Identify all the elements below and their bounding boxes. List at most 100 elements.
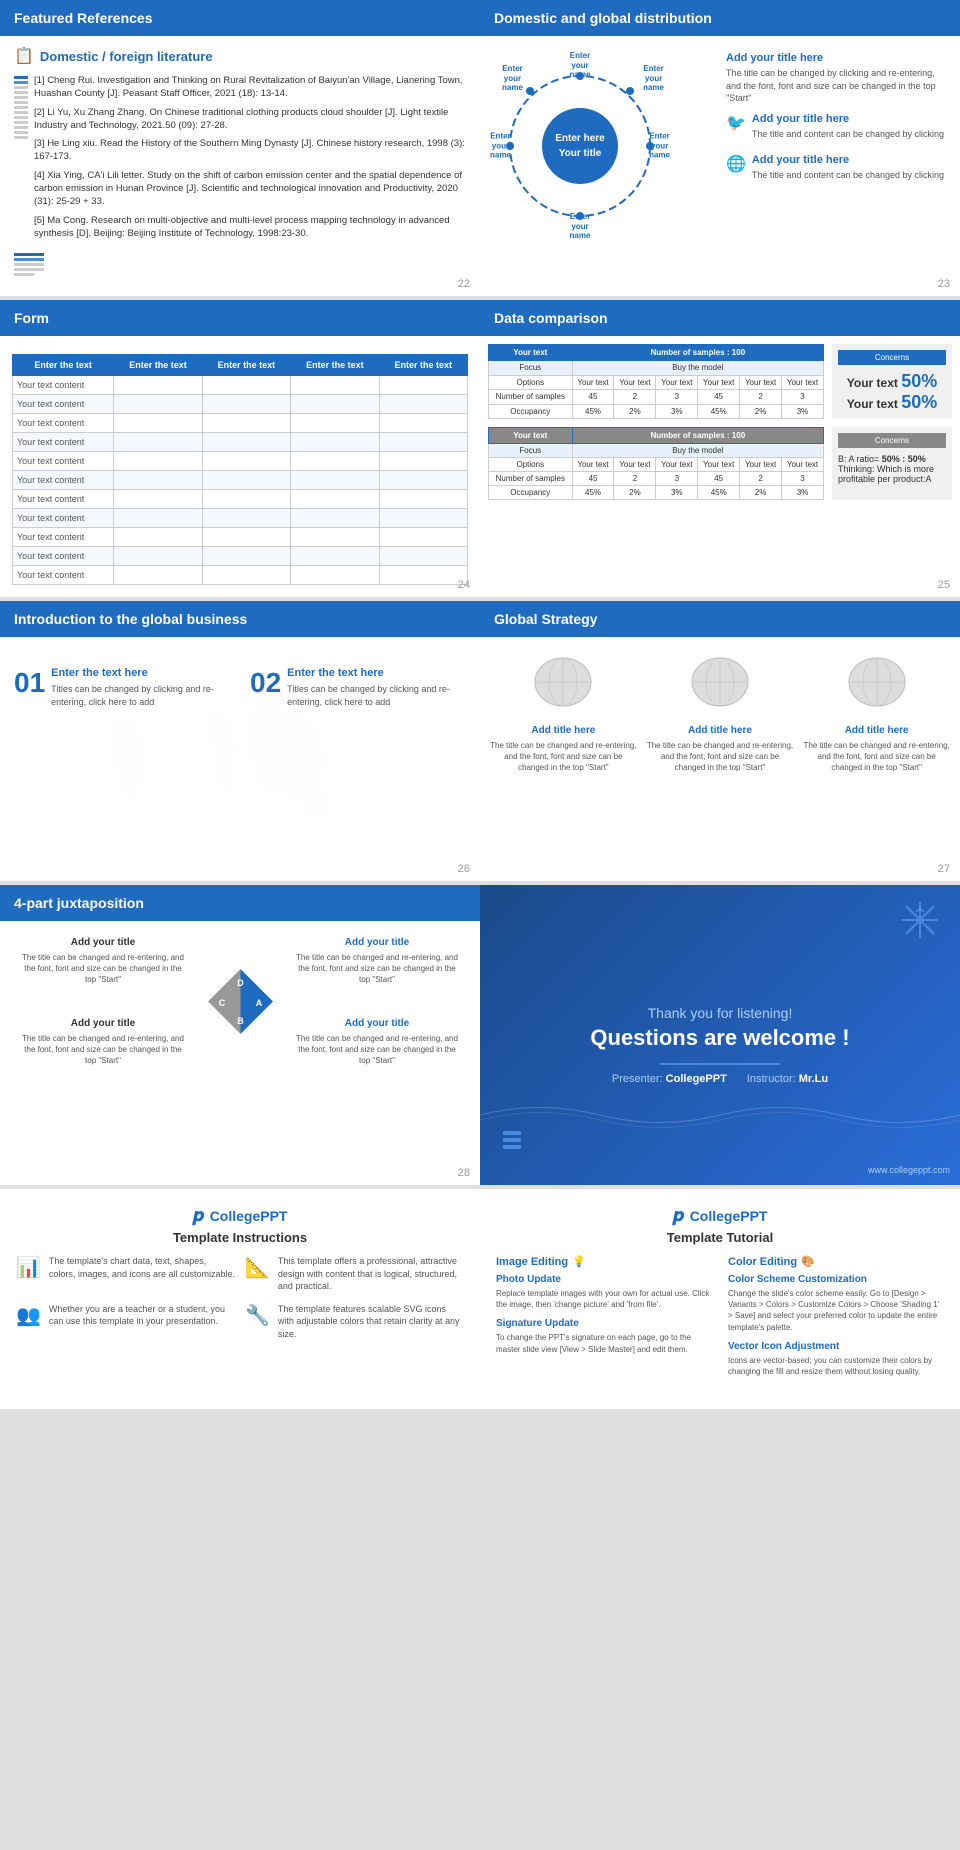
tut-item-3: 👥 Whether you are a teacher or a student… <box>16 1303 235 1341</box>
form-cell-3-3 <box>291 433 379 452</box>
data-table-1: Your text Number of samples : 100 Focus … <box>488 344 824 419</box>
dist-item1-desc: The title and content can be changed by … <box>752 128 944 141</box>
data-concerns-1: Concerns Your text 50% Your text 50% <box>832 344 952 419</box>
data-table-2: Your text Number of samples : 100 Focus … <box>488 427 824 500</box>
globe-num-2: 02 <box>250 667 281 699</box>
globe-icon: 🌐 <box>726 154 746 174</box>
jux-item4-title: Add your title <box>294 1018 460 1029</box>
form-col-2: Enter the text <box>114 355 202 376</box>
strategy-cards: Add title here The title can be changed … <box>490 655 950 774</box>
strategy-card1-desc: The title can be changed and re-entering… <box>490 740 637 774</box>
color-scheme-text: Change the slide's color scheme easily. … <box>728 1288 944 1333</box>
form-cell-2-0: Your text content <box>13 414 114 433</box>
tut-left-header: 𝒑 CollegePPT Template Instructions <box>16 1205 464 1245</box>
page-number: 28 <box>458 1167 470 1179</box>
orbit-topright: Enteryourname <box>643 64 664 93</box>
dt1-header1: Your text <box>489 345 573 361</box>
form-cell-5-3 <box>291 471 379 490</box>
form-cell-6-0: Your text content <box>13 490 114 509</box>
dist-desc-main: The title can be changed by clicking and… <box>726 67 946 105</box>
jux-title: 4-part juxtaposition <box>14 895 144 911</box>
jux-item3-title: Add your title <box>20 1018 186 1029</box>
data-section-2: Your text Number of samples : 100 Focus … <box>488 427 952 500</box>
ty-big-text: Questions are welcome ! <box>590 1025 849 1051</box>
jux-right-col: Add your title The title can be changed … <box>288 931 466 1072</box>
form-cell-3-0: Your text content <box>13 433 114 452</box>
collegeppt-logo-text-left: CollegePPT <box>210 1208 288 1224</box>
photo-update-text: Replace template images with your own fo… <box>496 1288 712 1310</box>
dt1-options: Options <box>489 375 573 390</box>
color-editing-title: Color Editing 🎨 <box>728 1255 944 1268</box>
jux-left-col: Add your title The title can be changed … <box>14 931 192 1072</box>
form-cell-4-2 <box>202 452 290 471</box>
collegeppt-logo-icon-right: 𝒑 <box>673 1205 684 1226</box>
vector-icon-title: Vector Icon Adjustment <box>728 1341 944 1352</box>
dist-title-main: Add your title here <box>726 52 946 64</box>
featured-refs-panel: Featured References 📋 Domestic / foreign… <box>0 0 480 296</box>
ty-content: Thank you for listening! Questions are w… <box>590 1005 849 1085</box>
signature-update-text: To change the PPT's signature on each pa… <box>496 1332 712 1354</box>
jux-grid: Add your title The title can be changed … <box>14 931 466 1072</box>
dist-item-1: 🐦 Add your title here The title and cont… <box>726 113 946 149</box>
form-cell-6-1 <box>114 490 202 509</box>
photo-update-item: Photo Update Replace template images wit… <box>496 1274 712 1310</box>
distribution-header: Domestic and global distribution <box>480 0 960 36</box>
form-cell-9-1 <box>114 547 202 566</box>
thankyou-panel: Thank you for listening! Questions are w… <box>480 885 960 1185</box>
dt1-buymodel: Buy the model <box>572 361 823 376</box>
form-cell-8-3 <box>291 528 379 547</box>
chart-icon: 📊 <box>16 1255 41 1293</box>
globe-item-1: 01 Enter the text here Titles can be cha… <box>14 667 230 708</box>
concerns-text-2: B: A ratio= 50% : 50%Thinking: Which is … <box>838 454 946 484</box>
form-cell-1-4 <box>379 395 467 414</box>
form-panel: Form Enter the text Enter the text Enter… <box>0 300 480 597</box>
tut-item-2: 📐 This template offers a professional, a… <box>245 1255 464 1293</box>
form-cell-7-0: Your text content <box>13 509 114 528</box>
form-cell-1-1 <box>114 395 202 414</box>
form-col-1: Enter the text <box>13 355 114 376</box>
lightbulb-icon: 💡 <box>572 1255 586 1268</box>
color-scheme-title: Color Scheme Customization <box>728 1274 944 1285</box>
jux-center: D A B C <box>200 964 280 1039</box>
form-cell-8-0: Your text content <box>13 528 114 547</box>
jux-item4-desc: The title can be changed and re-entering… <box>294 1033 460 1067</box>
global-biz-panel: Introduction to the global business <box>0 601 480 881</box>
svg-text:D: D <box>237 978 244 988</box>
jux-header: 4-part juxtaposition <box>0 885 480 921</box>
form-cell-6-3 <box>291 490 379 509</box>
dist-item2-desc: The title and content can be changed by … <box>752 169 944 182</box>
snowflake-icon <box>900 900 940 945</box>
strategy-content: Add title here The title can be changed … <box>480 637 960 784</box>
form-col-5: Enter the text <box>379 355 467 376</box>
form-cell-9-3 <box>291 547 379 566</box>
form-cell-7-4 <box>379 509 467 528</box>
globe-item2-title: Enter the text here <box>287 667 466 679</box>
form-title: Form <box>14 310 49 326</box>
form-cell-2-3 <box>291 414 379 433</box>
globe-item1-title: Enter the text here <box>51 667 230 679</box>
dt1-header2: Number of samples : 100 <box>572 345 823 361</box>
ty-divider <box>660 1063 780 1065</box>
diamond-svg: D A B C <box>203 964 278 1039</box>
distribution-panel: Domestic and global distribution Enter h… <box>480 0 960 296</box>
color-editing-section: Color Editing 🎨 Color Scheme Customizati… <box>728 1255 944 1385</box>
form-cell-5-4 <box>379 471 467 490</box>
strategy-card3-title: Add title here <box>803 725 950 736</box>
data-comparison-panel: Data comparison Your text Number of samp… <box>480 300 960 597</box>
jux-item-3: Add your title The title can be changed … <box>14 1012 192 1073</box>
ref-item-3: [3] He Ling xiu. Read the History of the… <box>34 137 466 164</box>
jux-item-2: Add your title The title can be changed … <box>288 931 466 992</box>
tut-right-logo: 𝒑 CollegePPT <box>496 1205 944 1226</box>
svg-text:B: B <box>237 1016 244 1026</box>
form-cell-7-2 <box>202 509 290 528</box>
strategy-card-2: Add title here The title can be changed … <box>647 655 794 774</box>
form-cell-10-3 <box>291 566 379 585</box>
page-number: 25 <box>938 579 950 591</box>
tut-item1-text: The template's chart data, text, shapes,… <box>49 1255 235 1293</box>
form-cell-1-2 <box>202 395 290 414</box>
globe-img-1 <box>490 655 637 719</box>
form-cell-7-3 <box>291 509 379 528</box>
form-cell-0-1 <box>114 376 202 395</box>
form-cell-2-2 <box>202 414 290 433</box>
global-biz-header: Introduction to the global business <box>0 601 480 637</box>
